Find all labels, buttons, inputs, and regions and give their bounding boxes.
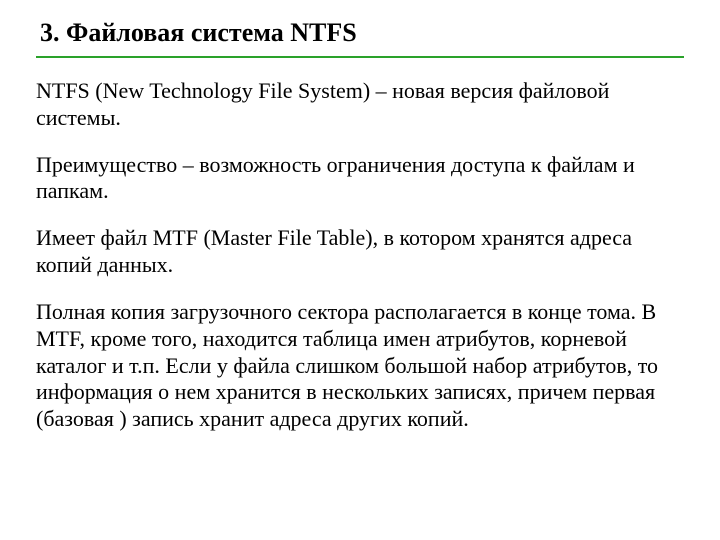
title-divider — [36, 56, 684, 58]
paragraph-3: Имеет файл MTF (Master File Table), в ко… — [36, 225, 684, 279]
paragraph-4: Полная копия загрузочного сектора распол… — [36, 299, 684, 433]
paragraph-2: Преимущество – возможность ограничения д… — [36, 152, 684, 206]
paragraph-1: NTFS (New Technology File System) – нова… — [36, 78, 684, 132]
slide-title: 3. Файловая система NTFS — [40, 18, 684, 48]
slide: 3. Файловая система NTFS NTFS (New Techn… — [0, 0, 720, 540]
